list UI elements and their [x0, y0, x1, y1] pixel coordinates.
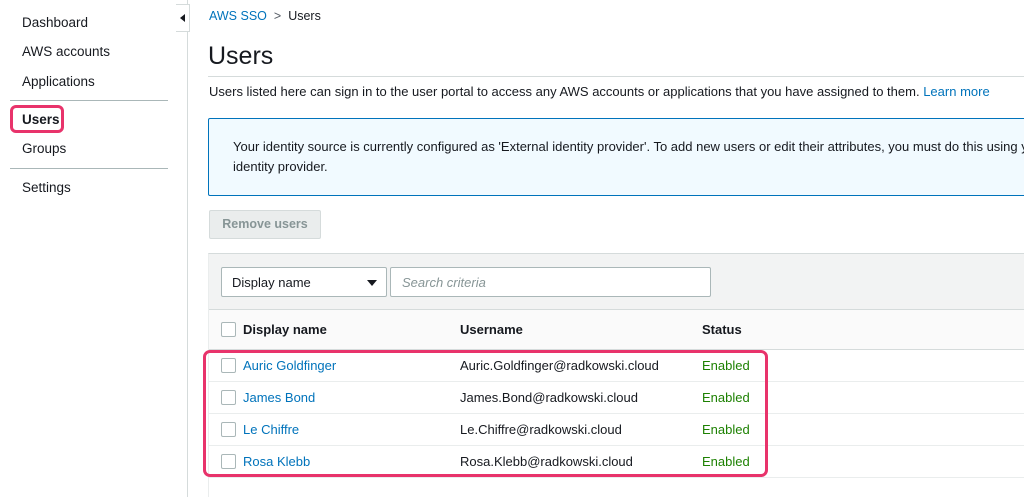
description-text: Users listed here can sign in to the use…: [209, 84, 920, 99]
sidebar-divider: [10, 168, 168, 169]
chevron-down-icon: [367, 280, 377, 286]
page-description: Users listed here can sign in to the use…: [209, 84, 990, 99]
sidebar-item-groups[interactable]: Groups: [22, 141, 66, 156]
breadcrumb: AWS SSO > Users: [209, 9, 321, 23]
remove-users-button[interactable]: Remove users: [209, 210, 321, 239]
learn-more-link[interactable]: Learn more: [923, 84, 989, 99]
users-annotation-highlight: [10, 105, 64, 133]
sidebar-item-settings[interactable]: Settings: [22, 180, 71, 195]
sidebar-nav: Dashboard AWS accounts Applications User…: [0, 0, 188, 497]
rows-annotation-highlight: [203, 350, 768, 477]
page-title: Users: [208, 42, 274, 70]
breadcrumb-separator-icon: >: [273, 9, 282, 23]
title-divider: [208, 76, 1024, 77]
caret-left-icon: [180, 14, 185, 22]
filter-property-select[interactable]: Display name: [221, 267, 387, 297]
collapse-sidebar-button[interactable]: [176, 4, 190, 32]
column-header-username[interactable]: Username: [460, 322, 523, 337]
info-alert-text: Your identity source is currently config…: [233, 139, 1024, 174]
breadcrumb-current: Users: [288, 9, 321, 23]
aws-sso-users-page: Dashboard AWS accounts Applications User…: [0, 0, 1024, 497]
select-all-checkbox[interactable]: [221, 322, 236, 337]
sidebar-divider: [10, 100, 168, 101]
filter-bar: Display name: [209, 254, 1024, 310]
column-header-display-name[interactable]: Display name: [243, 322, 327, 337]
table-header: Display name Username Status: [209, 310, 1024, 350]
sidebar-item-dashboard[interactable]: Dashboard: [22, 15, 88, 30]
filter-property-value: Display name: [232, 275, 311, 290]
breadcrumb-link-aws-sso[interactable]: AWS SSO: [209, 9, 267, 23]
info-alert: Your identity source is currently config…: [208, 118, 1024, 196]
sidebar-item-applications[interactable]: Applications: [22, 74, 95, 89]
column-header-status[interactable]: Status: [702, 322, 742, 337]
sidebar-item-aws-accounts[interactable]: AWS accounts: [22, 44, 110, 59]
search-input[interactable]: [390, 267, 711, 297]
